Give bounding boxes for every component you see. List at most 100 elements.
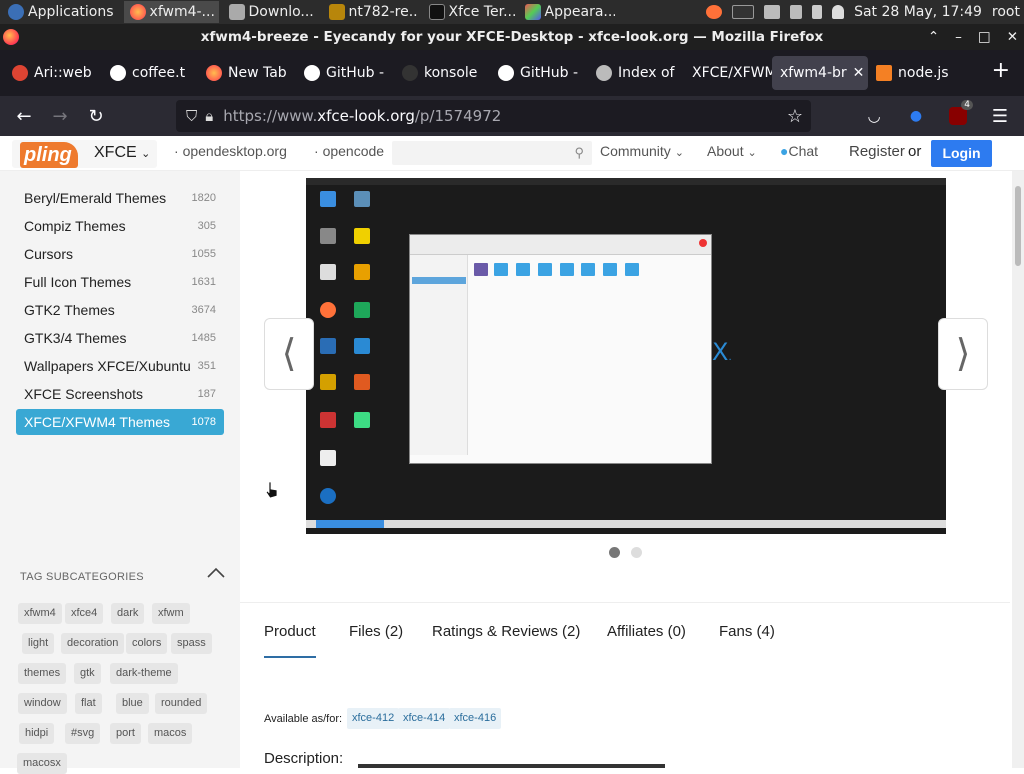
link-opendesktop[interactable]: · opendesktop.org xyxy=(174,143,287,159)
tag-chip[interactable]: port xyxy=(110,723,141,744)
carousel-dot[interactable] xyxy=(631,547,642,558)
register-link[interactable]: Register xyxy=(849,143,905,160)
tab-coffee[interactable]: coffee.t xyxy=(102,56,198,90)
battery-icon[interactable] xyxy=(812,5,823,19)
task-firefox[interactable]: xfwm4-... xyxy=(123,1,219,23)
folder-icon xyxy=(603,263,617,276)
version-tag[interactable]: xfce-412 xyxy=(347,708,400,729)
tag-chip[interactable]: blue xyxy=(116,693,149,714)
search-icon[interactable]: ⚲ xyxy=(574,145,584,161)
tag-chip[interactable]: #svg xyxy=(65,723,101,744)
scrollbar-thumb[interactable] xyxy=(1015,186,1021,266)
tag-chip[interactable]: gtk xyxy=(74,663,101,684)
about-menu[interactable]: About ⌄ xyxy=(707,143,757,159)
chat-link[interactable]: ●Chat xyxy=(780,143,818,159)
minimize-button-icon[interactable]: – xyxy=(955,24,962,50)
tab-xfce-xfwm[interactable]: XFCE/XFWM xyxy=(684,56,772,90)
tab-fans[interactable]: Fans (4) xyxy=(719,623,775,640)
category-item[interactable]: GTK3/4 Themes 1485 xyxy=(16,325,224,351)
tab-github-2[interactable]: GitHub - xyxy=(490,56,588,90)
tag-chip[interactable]: dark xyxy=(111,603,145,624)
version-tag[interactable]: xfce-416 xyxy=(449,708,502,729)
tab-node-js[interactable]: node.js xyxy=(868,56,954,90)
tag-chip[interactable]: flat xyxy=(75,693,102,714)
screenshot-carousel-image[interactable]: X. xyxy=(306,178,946,534)
terminal-tray-icon[interactable] xyxy=(732,5,755,19)
tag-chip[interactable]: window xyxy=(18,693,67,714)
user-name[interactable]: root xyxy=(992,4,1020,20)
tab-ratings-reviews[interactable]: Ratings & Reviews (2) xyxy=(432,623,580,640)
forward-icon[interactable]: → xyxy=(42,100,78,132)
pling-logo[interactable]: pling xyxy=(20,142,78,168)
maximize-icon[interactable]: □ xyxy=(978,24,991,50)
tab-xfwm4-breeze[interactable]: xfwm4-br ✕ xyxy=(772,56,868,90)
task-appearance[interactable]: Appeara... xyxy=(519,1,615,23)
tag-chip[interactable]: themes xyxy=(18,663,67,684)
category-item[interactable]: Compiz Themes 305 xyxy=(16,213,224,239)
tag-chip[interactable]: decoration xyxy=(61,633,125,654)
tag-chip[interactable]: rounded xyxy=(155,693,208,714)
carousel-next-icon[interactable]: ⟩ xyxy=(938,318,988,390)
close-tab-icon[interactable]: ✕ xyxy=(853,65,865,81)
reload-icon[interactable]: ↻ xyxy=(78,100,114,132)
notification-icon[interactable] xyxy=(832,5,845,19)
tab-ari-web[interactable]: Ari::web xyxy=(4,56,102,90)
close-icon[interactable]: ✕ xyxy=(1007,24,1018,50)
task-terminal[interactable]: Xfce Ter... xyxy=(423,1,515,23)
bookmark-star-icon[interactable]: ☆ xyxy=(787,106,803,127)
minimize-icon[interactable]: ⌃ xyxy=(928,24,939,50)
volume-icon[interactable] xyxy=(790,5,803,19)
task-editor[interactable]: nt782-re... xyxy=(323,1,419,23)
network-icon[interactable] xyxy=(764,5,781,19)
carousel-prev-icon[interactable]: ⟨ xyxy=(264,318,314,390)
site-search-input[interactable]: ⚲ xyxy=(392,141,592,165)
carousel-dot-active[interactable] xyxy=(609,547,620,558)
tag-chip[interactable]: dark-theme xyxy=(110,663,178,684)
applications-menu[interactable]: Applications xyxy=(2,1,120,23)
new-tab-icon[interactable]: + xyxy=(992,58,1010,83)
chevron-up-icon[interactable] xyxy=(206,565,226,581)
account-icon[interactable]: ● xyxy=(898,100,934,132)
lock-icon[interactable]: 🔒︎ xyxy=(205,107,213,125)
gear-icon xyxy=(596,65,612,81)
category-item-selected[interactable]: XFCE/XFWM4 Themes 1078 xyxy=(16,409,224,435)
tab-affiliates[interactable]: Affiliates (0) xyxy=(607,623,686,640)
tag-chip[interactable]: colors xyxy=(126,633,168,654)
clock[interactable]: Sat 28 May, 17:49 xyxy=(854,4,982,20)
login-button[interactable]: Login xyxy=(931,140,992,167)
task-downloads[interactable]: Downlo... xyxy=(223,1,319,23)
community-menu[interactable]: Community ⌄ xyxy=(600,143,684,159)
link-opencode[interactable]: · opencode xyxy=(314,143,384,159)
tag-chip[interactable]: macosx xyxy=(17,753,67,774)
task-label: nt782-re... xyxy=(348,4,419,20)
version-tag[interactable]: xfce-414 xyxy=(398,708,451,729)
category-item[interactable]: GTK2 Themes 3674 xyxy=(16,297,224,323)
tab-new-tab[interactable]: New Tab xyxy=(198,56,296,90)
page-scrollbar[interactable] xyxy=(1012,171,1024,768)
firefox-tray-icon[interactable] xyxy=(706,5,723,19)
menu-icon[interactable]: ☰ xyxy=(982,100,1018,132)
pocket-icon[interactable]: ◡ xyxy=(856,100,892,132)
tab-index-of[interactable]: Index of xyxy=(588,56,684,90)
category-item[interactable]: Wallpapers XFCE/Xubuntu 351 xyxy=(16,353,224,379)
category-item[interactable]: Beryl/Emerald Themes 1820 xyxy=(16,185,224,211)
category-item[interactable]: Cursors 1055 xyxy=(16,241,224,267)
tab-github-1[interactable]: GitHub - xyxy=(296,56,394,90)
url-bar[interactable]: ⛉ 🔒︎ https://www. xfce-look.org/p/1574972… xyxy=(176,100,811,132)
tag-chip[interactable]: xfwm4 xyxy=(18,603,62,624)
tab-product[interactable]: Product xyxy=(264,623,316,658)
tag-chip[interactable]: macos xyxy=(148,723,193,744)
tag-chip[interactable]: spass xyxy=(171,633,212,654)
back-icon[interactable]: ← xyxy=(6,100,42,132)
tag-chip[interactable]: light xyxy=(22,633,55,654)
tab-konsole[interactable]: konsole xyxy=(394,56,490,90)
ublock-icon[interactable]: 4 xyxy=(940,100,976,132)
tag-chip[interactable]: hidpi xyxy=(19,723,55,744)
tab-files[interactable]: Files (2) xyxy=(349,623,403,640)
tag-chip[interactable]: xfce4 xyxy=(65,603,104,624)
shield-icon[interactable]: ⛉ xyxy=(186,107,197,125)
category-item[interactable]: XFCE Screenshots 187 xyxy=(16,381,224,407)
tag-chip[interactable]: xfwm xyxy=(152,603,190,624)
pling-store-switcher[interactable]: pling XFCE ⌄ xyxy=(12,140,157,168)
category-item[interactable]: Full Icon Themes 1631 xyxy=(16,269,224,295)
